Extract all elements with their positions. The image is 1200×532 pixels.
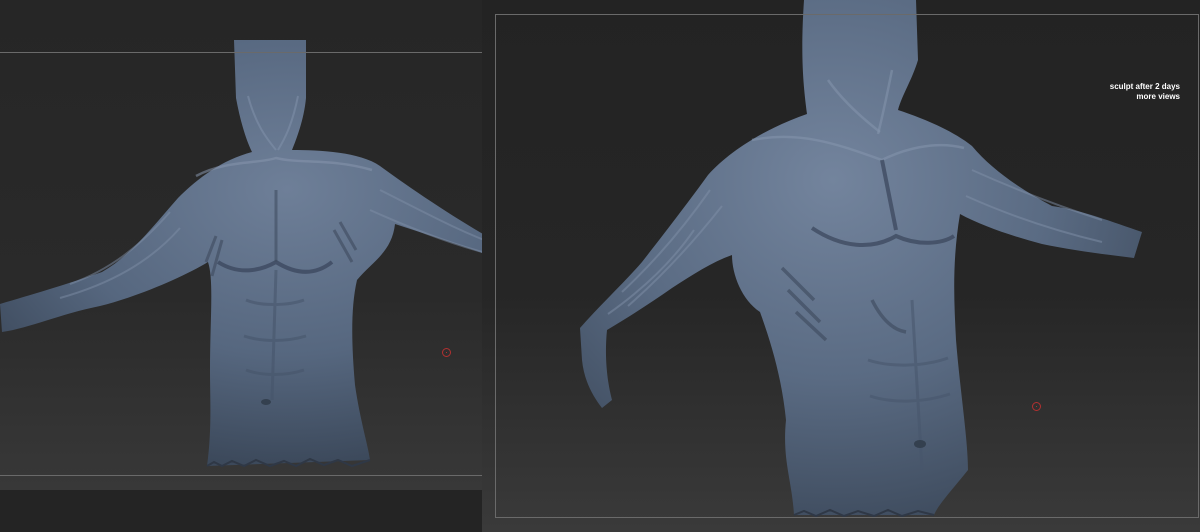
torso-sculpt-perspective: [580, 0, 1142, 518]
caption-line-1: sculpt after 2 days: [1109, 82, 1180, 91]
brush-cursor-icon: [442, 348, 451, 357]
caption: sculpt after 2 days more views: [1110, 82, 1180, 102]
brush-cursor-icon: [1032, 402, 1041, 411]
caption-line-2: more views: [1136, 92, 1180, 101]
viewport-perspective[interactable]: sculpt after 2 days more views: [482, 0, 1200, 532]
